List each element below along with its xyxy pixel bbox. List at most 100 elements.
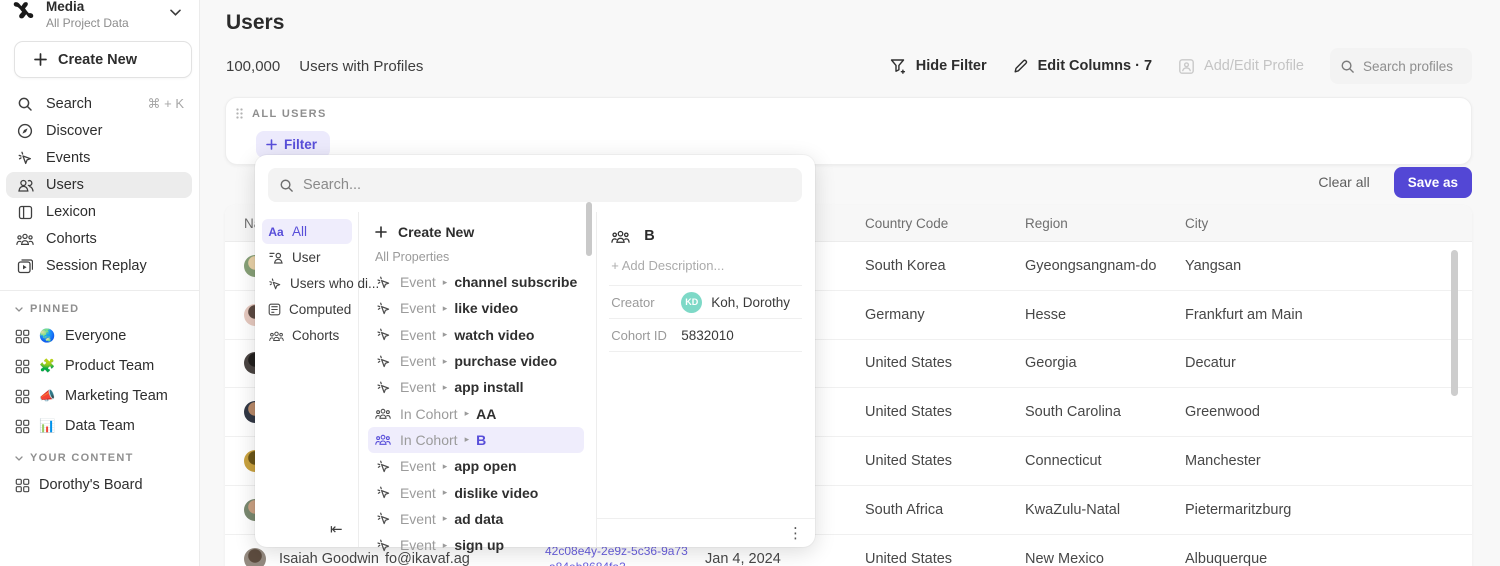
- search-icon: [16, 96, 34, 112]
- creator-name: Koh, Dorothy: [711, 295, 790, 310]
- dropdown-item-cohort-b[interactable]: In Cohort▸B: [368, 427, 584, 453]
- region-cell: South Carolina: [1025, 404, 1185, 420]
- dropdown-search-input[interactable]: [303, 177, 791, 193]
- category-user[interactable]: User: [262, 245, 352, 270]
- plus-icon: [34, 53, 47, 66]
- sidebar-item-discover[interactable]: Discover: [6, 118, 192, 144]
- avatar: [244, 548, 266, 566]
- event-spark-icon: [375, 275, 392, 290]
- sidebar-item-events[interactable]: Events: [6, 145, 192, 171]
- project-switcher[interactable]: Media All Project Data: [0, 0, 199, 30]
- event-spark-icon: [375, 485, 392, 500]
- session-replay-icon: [16, 259, 34, 274]
- dropdown-item-event-dislike-video[interactable]: Event▸dislike video: [368, 479, 584, 505]
- sidebar: Media All Project Data Create New Search…: [0, 0, 200, 566]
- hide-filter-button[interactable]: Hide Filter: [890, 58, 987, 74]
- add-description-button[interactable]: + Add Description...: [609, 256, 802, 286]
- cohort-title: B: [644, 228, 654, 244]
- user-name: Isaiah Goodwin: [279, 551, 379, 566]
- filter-dropdown: Aa All User Users who di... Computed: [255, 155, 815, 547]
- puzzle-emoji-icon: 🧩: [39, 358, 56, 374]
- cohorts-icon: [16, 232, 34, 246]
- category-cohorts[interactable]: Cohorts: [262, 323, 352, 348]
- cohort-id-value: 5832010: [681, 328, 734, 343]
- creator-label: Creator: [611, 295, 669, 310]
- region-cell: Hesse: [1025, 307, 1185, 323]
- sidebar-item-product-team[interactable]: 🧩 Product Team: [0, 351, 199, 381]
- dropdown-item-cohort-aa[interactable]: In Cohort▸AA: [368, 400, 584, 426]
- city-cell: Pietermaritzburg: [1185, 502, 1472, 518]
- dropdown-create-new[interactable]: Create New: [368, 218, 584, 245]
- country-cell: South Africa: [865, 502, 1025, 518]
- dropdown-item-event-app-open[interactable]: Event▸app open: [368, 453, 584, 479]
- event-spark-icon: [375, 301, 392, 316]
- dropdown-item-event-channel-subscribe[interactable]: Event▸channel subscribe: [368, 269, 584, 295]
- dropdown-scrollbar[interactable]: [586, 202, 592, 256]
- dropdown-search-box: [268, 168, 802, 202]
- sidebar-item-search[interactable]: Search ⌘ + K: [6, 91, 192, 117]
- megaphone-emoji-icon: 📣: [39, 388, 56, 404]
- caret-icon: ▸: [465, 434, 470, 445]
- column-header-country-code[interactable]: Country Code: [865, 216, 1025, 231]
- column-header-city[interactable]: City: [1185, 216, 1472, 231]
- project-name: Media: [46, 0, 129, 15]
- profile-badge-icon: [1178, 58, 1195, 75]
- event-spark-icon: [268, 277, 282, 291]
- create-new-button[interactable]: Create New: [14, 41, 192, 78]
- region-cell: Gyeongsangnam-do: [1025, 258, 1185, 274]
- your-content-section-header[interactable]: YOUR CONTENT: [0, 450, 199, 470]
- dropdown-item-event-like-video[interactable]: Event▸like video: [368, 295, 584, 321]
- category-computed[interactable]: Computed: [262, 297, 352, 322]
- dropdown-item-event-sign-up[interactable]: Event▸sign up: [368, 532, 584, 558]
- clear-all-button[interactable]: Clear all: [1318, 174, 1369, 190]
- event-spark-icon: [375, 511, 392, 526]
- chevron-down-icon[interactable]: [170, 9, 181, 16]
- all-users-group-label: ALL USERS: [252, 108, 327, 120]
- cohort-icon: [611, 229, 630, 244]
- sidebar-item-lexicon[interactable]: Lexicon: [6, 199, 192, 225]
- sidebar-item-everyone[interactable]: 🌏 Everyone: [0, 321, 199, 351]
- sidebar-item-cohorts[interactable]: Cohorts: [6, 226, 192, 252]
- column-header-region[interactable]: Region: [1025, 216, 1185, 231]
- page-title: Users: [226, 11, 284, 35]
- cohort-id-label: Cohort ID: [611, 328, 669, 343]
- collapse-panel-icon[interactable]: ⇤: [330, 520, 343, 538]
- creator-row: Creator KD Koh, Dorothy: [609, 286, 802, 319]
- dropdown-categories: Aa All User Users who di... Computed: [255, 212, 358, 547]
- caret-icon: ▸: [443, 303, 448, 314]
- dropdown-item-event-purchase-video[interactable]: Event▸purchase video: [368, 348, 584, 374]
- funnel-plus-icon: [890, 58, 907, 74]
- more-options-icon[interactable]: ⋮: [788, 526, 803, 541]
- category-all[interactable]: Aa All: [262, 219, 352, 244]
- caret-icon: ▸: [443, 513, 448, 524]
- dropdown-item-event-app-install[interactable]: Event▸app install: [368, 374, 584, 400]
- dropdown-item-event-watch-video[interactable]: Event▸watch video: [368, 322, 584, 348]
- drag-handle-icon[interactable]: [235, 107, 244, 120]
- city-cell: Manchester: [1185, 453, 1472, 469]
- add-filter-button[interactable]: Filter: [256, 131, 330, 158]
- add-edit-profile-button[interactable]: Add/Edit Profile: [1178, 58, 1304, 75]
- category-users-who-did[interactable]: Users who di...: [262, 271, 352, 296]
- app-logo-icon: [10, 0, 37, 26]
- cohorts-icon: [268, 330, 284, 342]
- dropdown-item-event-ad-data[interactable]: Event▸ad data: [368, 506, 584, 532]
- region-cell: KwaZulu-Natal: [1025, 502, 1185, 518]
- caret-icon: ▸: [443, 356, 448, 367]
- region-cell: Georgia: [1025, 355, 1185, 371]
- sidebar-item-users[interactable]: Users: [6, 172, 192, 198]
- sidebar-divider: [0, 290, 199, 291]
- search-profiles-input[interactable]: [1363, 59, 1463, 74]
- users-icon: [16, 178, 34, 193]
- save-as-button[interactable]: Save as: [1394, 167, 1472, 198]
- cohort-popover: B + Add Description... Creator KD Koh, D…: [597, 212, 815, 547]
- table-scrollbar[interactable]: [1451, 250, 1458, 396]
- sidebar-item-data-team[interactable]: 📊 Data Team: [0, 411, 199, 441]
- plus-icon: [375, 226, 387, 238]
- sidebar-item-session-replay[interactable]: Session Replay: [6, 253, 192, 279]
- city-cell: Frankfurt am Main: [1185, 307, 1472, 323]
- pinned-section-header[interactable]: PINNED: [0, 301, 199, 321]
- sidebar-item-dorothys-board[interactable]: Dorothy's Board: [0, 470, 199, 500]
- sidebar-item-marketing-team[interactable]: 📣 Marketing Team: [0, 381, 199, 411]
- dropdown-item-list: Create New All Properties Event▸channel …: [359, 212, 596, 547]
- edit-columns-button[interactable]: Edit Columns · 7: [1013, 58, 1152, 74]
